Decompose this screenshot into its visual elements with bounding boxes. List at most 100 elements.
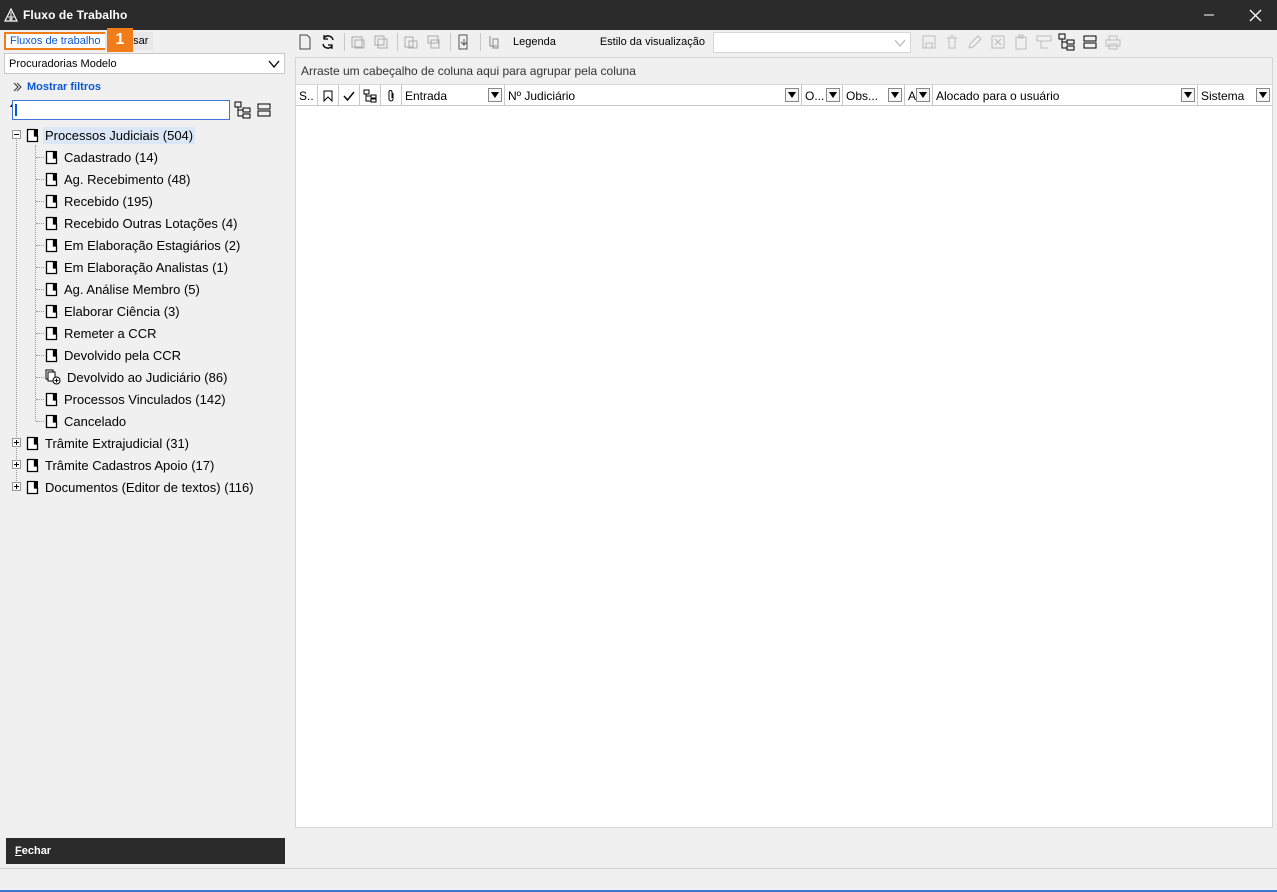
tree-node-label: Recebido Outras Lotações (4): [64, 215, 238, 231]
checkmark-icon: [343, 91, 355, 101]
column-filter-button[interactable]: [1256, 88, 1270, 102]
title-bar: Fluxo de Trabalho: [0, 0, 1277, 30]
collapse-all-tree-icon[interactable]: [256, 102, 272, 118]
column-header-numero-judiciario[interactable]: Nº Judiciário: [505, 85, 802, 106]
document-icon: [45, 150, 58, 164]
hierarchy-icon: [363, 89, 377, 102]
tree-node-child[interactable]: Ag. Recebimento (48): [45, 169, 190, 189]
new-document-button[interactable]: [295, 32, 315, 52]
save-view-button[interactable]: [919, 32, 939, 52]
clipboard-button[interactable]: [1011, 32, 1031, 52]
print-button[interactable]: [1103, 32, 1123, 52]
tree-node-child[interactable]: Cancelado: [45, 411, 126, 431]
legend-icon: [489, 36, 499, 49]
tree-node-child[interactable]: Devolvido ao Judiciário (86): [45, 367, 227, 387]
main-toolbar: Legenda Estilo da visualização: [295, 30, 1277, 54]
tree-node-child[interactable]: Devolvido pela CCR: [45, 345, 181, 365]
tree-node-label: Trâmite Cadastros Apoio (17): [45, 457, 215, 473]
tree-node-root[interactable]: Trâmite Cadastros Apoio (17): [26, 455, 214, 475]
export-excel-button[interactable]: [988, 32, 1008, 52]
status-bar: [0, 868, 1277, 892]
document-icon: [45, 238, 58, 252]
column-header-status[interactable]: S..: [296, 85, 318, 106]
column-header-observacao[interactable]: Obs...: [843, 85, 905, 106]
tree-node-child[interactable]: Cadastrado (14): [45, 147, 158, 167]
tree-node-child[interactable]: Ag. Análise Membro (5): [45, 279, 200, 299]
expand-toggle-icon[interactable]: [12, 482, 21, 491]
column-filter-button[interactable]: [1181, 88, 1195, 102]
document-icon: [45, 172, 58, 186]
group-by-panel[interactable]: Arraste um cabeçalho de coluna aqui para…: [296, 58, 1272, 85]
approve-button[interactable]: [348, 32, 368, 52]
expand-toggle-icon[interactable]: [12, 438, 21, 447]
move-down-button[interactable]: [454, 32, 474, 52]
tab-workflows[interactable]: Fluxos de trabalho: [4, 32, 107, 50]
collapse-all-grid-button[interactable]: [1080, 32, 1100, 52]
approve-icon: [351, 36, 365, 49]
tree-node-child[interactable]: Elaborar Ciência (3): [45, 301, 180, 321]
column-header-a[interactable]: A: [905, 85, 933, 106]
toolbar-separator: [450, 33, 451, 51]
clipboard-icon: [1015, 34, 1027, 50]
bookmark-icon: [323, 90, 333, 102]
view-style-combo[interactable]: [713, 31, 911, 53]
document-icon: [45, 194, 58, 208]
expand-all-grid-button[interactable]: [1057, 32, 1077, 52]
document-icon: [45, 282, 58, 296]
column-filter-button[interactable]: [826, 88, 840, 102]
workflow-combo[interactable]: Procuradorias Modelo: [4, 53, 285, 74]
column-filter-button[interactable]: [888, 88, 902, 102]
expand-toggle-icon[interactable]: [12, 460, 21, 469]
toolbar-separator: [480, 33, 481, 51]
columns-icon: [1036, 35, 1052, 49]
tree-node-label: Documentos (Editor de textos) (116): [45, 479, 254, 495]
tree-node-label: Elaborar Ciência (3): [64, 303, 180, 319]
column-header-bookmark[interactable]: [318, 85, 339, 106]
left-panel: Fluxos de trabalho quisar 1 Procuradoria…: [0, 28, 290, 868]
tree-search-row: [8, 100, 272, 120]
column-header-sistema[interactable]: Sistema: [1198, 85, 1272, 106]
tree-node-child[interactable]: Em Elaboração Analistas (1): [45, 257, 228, 277]
copy-button[interactable]: [371, 32, 391, 52]
tree-node-child[interactable]: Recebido (195): [45, 191, 153, 211]
column-header-check[interactable]: [339, 85, 360, 106]
columns-button[interactable]: [1034, 32, 1054, 52]
forward-button[interactable]: [401, 32, 421, 52]
delete-view-button[interactable]: [942, 32, 962, 52]
tree-node-child[interactable]: Em Elaboração Estagiários (2): [45, 235, 240, 255]
minimize-button[interactable]: [1186, 0, 1232, 30]
expand-all-tree-icon[interactable]: [234, 101, 252, 119]
edit-view-button[interactable]: [965, 32, 985, 52]
backward-button[interactable]: [424, 32, 444, 52]
linked-documents-icon: [45, 369, 61, 385]
document-icon: [45, 260, 58, 274]
collapse-toggle-icon[interactable]: [12, 130, 21, 139]
close-button[interactable]: Fechar: [6, 838, 285, 864]
tree-node-root[interactable]: Trâmite Extrajudicial (31): [26, 433, 189, 453]
column-filter-button[interactable]: [488, 88, 502, 102]
column-header-linked[interactable]: [360, 85, 381, 106]
triangle-down-icon: [788, 92, 796, 98]
legend-label[interactable]: Legenda: [513, 36, 556, 48]
tree-node-root[interactable]: Processos Judiciais (504): [26, 125, 196, 145]
column-filter-button[interactable]: [785, 88, 799, 102]
toolbar-separator: [397, 33, 398, 51]
triangle-down-icon: [491, 92, 499, 98]
column-header-attachment[interactable]: [381, 85, 402, 106]
document-icon: [45, 414, 58, 428]
tree-node-child[interactable]: Recebido Outras Lotações (4): [45, 213, 237, 233]
new-document-icon: [299, 34, 311, 50]
close-icon: [1249, 9, 1261, 21]
tree-node-child[interactable]: Remeter a CCR: [45, 323, 156, 343]
column-header-alocado-usuario[interactable]: Alocado para o usuário: [933, 85, 1198, 106]
column-header-entrada[interactable]: Entrada: [402, 85, 505, 106]
column-filter-button[interactable]: [916, 88, 930, 102]
tree-node-root[interactable]: Documentos (Editor de textos) (116): [26, 477, 254, 497]
legend-button[interactable]: [484, 32, 504, 52]
tree-node-child[interactable]: Processos Vinculados (142): [45, 389, 226, 409]
refresh-button[interactable]: [318, 32, 338, 52]
column-header-o[interactable]: O...: [802, 85, 843, 106]
show-filters-link[interactable]: Mostrar filtros: [12, 81, 101, 93]
close-window-button[interactable]: [1232, 0, 1277, 30]
tree-search-input[interactable]: [12, 100, 230, 120]
